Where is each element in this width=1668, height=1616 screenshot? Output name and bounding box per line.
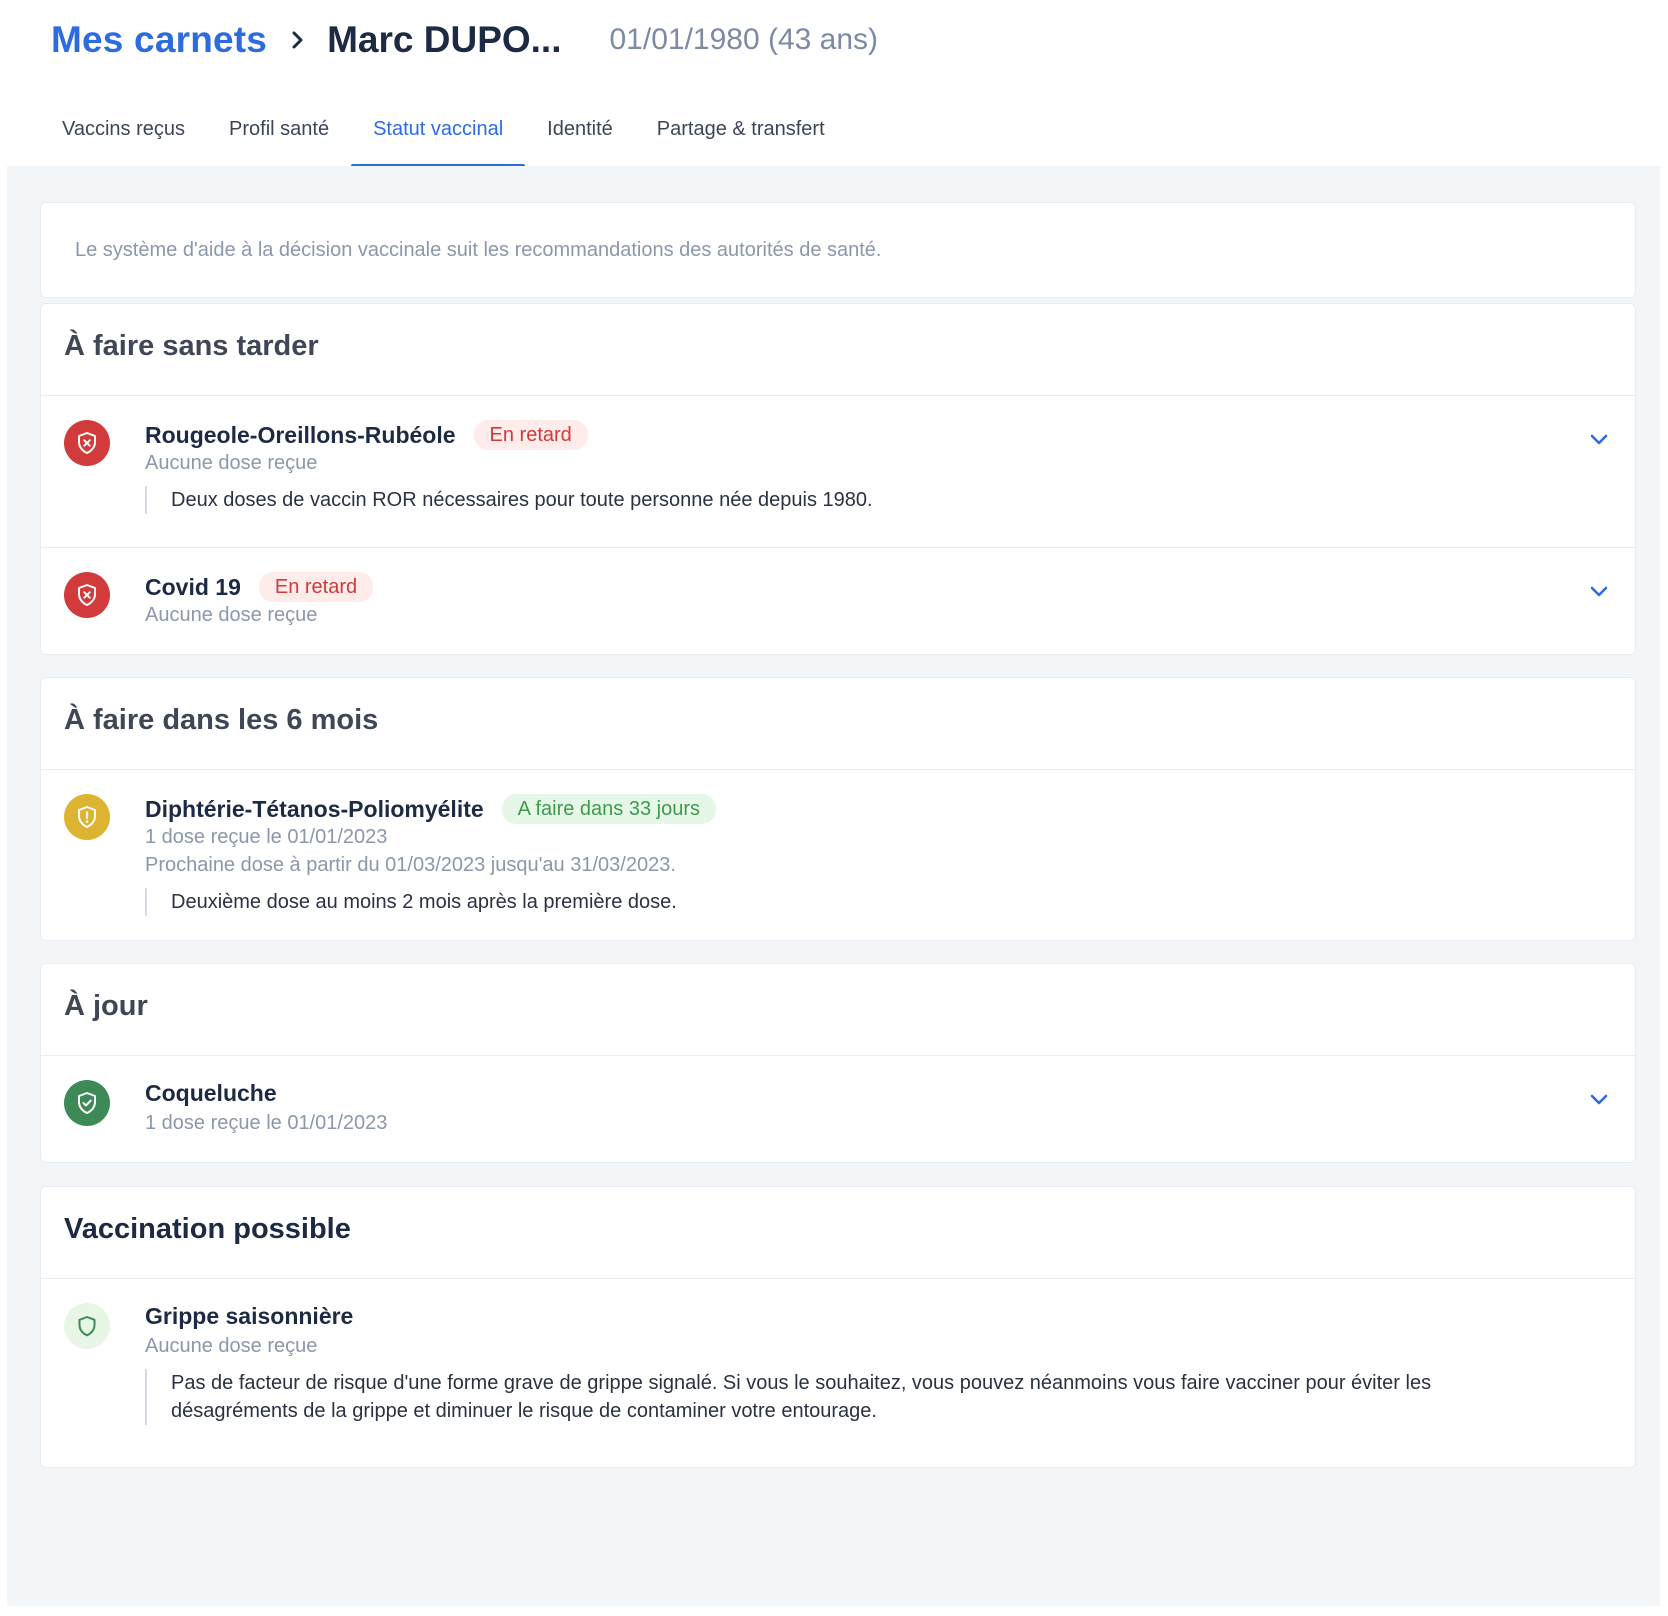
dose-status: 1 dose reçue le 01/01/2023 [145, 1112, 388, 1134]
next-dose-window: Prochaine dose à partir du 01/03/2023 ju… [145, 854, 676, 876]
vaccine-header: Diphtérie-Tétanos-Poliomyélite A faire d… [145, 794, 717, 824]
vaccine-name: Coqueluche [145, 1080, 277, 1106]
dose-status: Aucune dose reçue [145, 604, 318, 626]
shield-x-icon [64, 572, 110, 618]
dose-status: Aucune dose reçue [145, 452, 318, 474]
recommendation-note: Deux doses de vaccin ROR nécessaires pou… [145, 486, 873, 514]
chevron-down-icon[interactable] [1587, 580, 1611, 604]
recommendation-note-line: désagréments de la grippe et diminuer le… [171, 1400, 877, 1422]
birth-date-age: 01/01/1980 (43 ans) [609, 23, 879, 56]
vaccine-name: Covid 19 [145, 573, 241, 600]
shield-alert-icon [64, 794, 110, 840]
chevron-down-icon[interactable] [1587, 428, 1611, 452]
section-title-urgent: À faire sans tarder [41, 304, 1635, 396]
dose-status: Aucune dose reçue [145, 1335, 318, 1357]
status-badge: En retard [258, 572, 374, 602]
vaccine-name: Grippe saisonnière [145, 1303, 354, 1329]
tab-partage-transfert[interactable]: Partage & transfert [635, 104, 847, 164]
breadcrumb: Mes carnets Marc DUPO... 01/01/1980 (43 … [51, 12, 878, 68]
breadcrumb-current-person: Marc DUPO... [327, 19, 562, 60]
vaccine-name: Rougeole-Oreillons-Rubéole [145, 421, 456, 448]
dose-status: 1 dose reçue le 01/01/2023 [145, 826, 388, 848]
tab-vaccins-recus[interactable]: Vaccins reçus [40, 104, 207, 164]
vaccine-header: Rougeole-Oreillons-Rubéole En retard [145, 420, 588, 450]
vaccine-item-grippe[interactable]: Grippe saisonnière Aucune dose reçue Pas… [41, 1279, 1635, 1467]
section-title-up-to-date: À jour [41, 964, 1635, 1056]
chevron-right-icon [291, 30, 305, 50]
tab-statut-vaccinal[interactable]: Statut vaccinal [351, 104, 526, 168]
vaccine-header: Coqueluche [145, 1080, 277, 1107]
tab-profil-sante[interactable]: Profil santé [207, 104, 351, 164]
vaccination-status-page: Mes carnets Marc DUPO... 01/01/1980 (43 … [0, 0, 1668, 1616]
chevron-down-icon[interactable] [1587, 1088, 1611, 1112]
info-banner-text: Le système d'aide à la décision vaccinal… [75, 239, 882, 261]
vaccine-name: Diphtérie-Tétanos-Poliomyélite [145, 795, 484, 822]
status-badge: A faire dans 33 jours [501, 794, 717, 824]
shield-outline-icon [64, 1303, 110, 1349]
vaccine-item-dtp[interactable]: Diphtérie-Tétanos-Poliomyélite A faire d… [41, 770, 1635, 940]
content-area: Le système d'aide à la décision vaccinal… [7, 166, 1660, 1606]
section-title-six-months: À faire dans les 6 mois [41, 678, 1635, 770]
shield-check-icon [64, 1080, 110, 1126]
vaccine-item-ror[interactable]: Rougeole-Oreillons-Rubéole En retard Auc… [41, 396, 1635, 547]
tab-identite[interactable]: Identité [525, 104, 635, 164]
recommendation-note-line: Pas de facteur de risque d'une forme gra… [171, 1372, 1432, 1394]
vaccine-header: Grippe saisonnière [145, 1303, 353, 1330]
status-badge: En retard [473, 420, 588, 450]
info-banner: Le système d'aide à la décision vaccinal… [40, 202, 1636, 298]
section-title-possible: Vaccination possible [41, 1187, 1635, 1279]
section-urgent: À faire sans tarder Rougeole-Oreillons-R… [40, 303, 1636, 655]
recommendation-note: Pas de facteur de risque d'une forme gra… [145, 1369, 1431, 1425]
breadcrumb-root-link[interactable]: Mes carnets [51, 19, 267, 61]
recommendation-note: Deuxième dose au moins 2 mois après la p… [145, 888, 677, 916]
section-up-to-date: À jour Coqueluche 1 dose reçue le 01/01/… [40, 963, 1636, 1163]
vaccine-item-coqueluche[interactable]: Coqueluche 1 dose reçue le 01/01/2023 [41, 1056, 1635, 1162]
vaccine-item-covid[interactable]: Covid 19 En retard Aucune dose reçue [41, 547, 1635, 654]
shield-x-icon [64, 420, 110, 466]
section-six-months: À faire dans les 6 mois Diphtérie-Tétano… [40, 677, 1636, 941]
vaccine-header: Covid 19 En retard [145, 572, 374, 602]
tab-bar: Vaccins reçus Profil santé Statut vaccin… [40, 104, 847, 168]
section-possible: Vaccination possible Grippe saisonnière … [40, 1186, 1636, 1468]
